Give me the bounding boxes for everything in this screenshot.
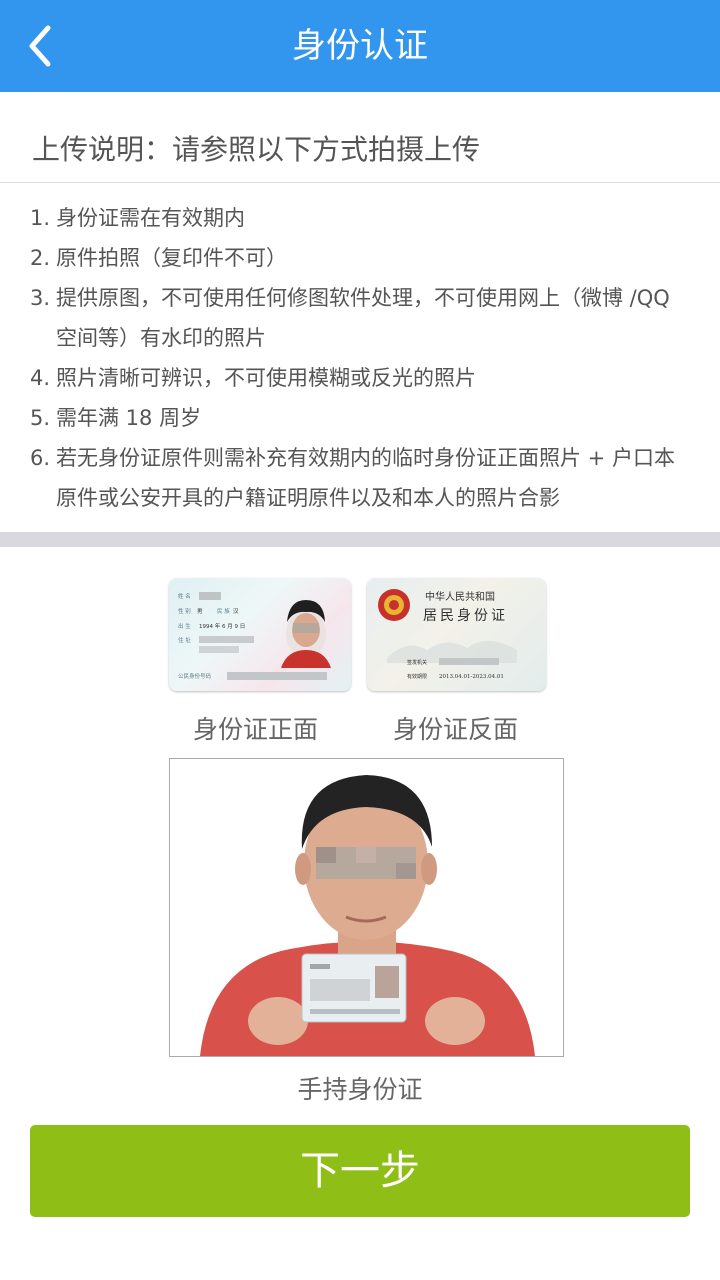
svg-text:2013.04.01-2023.04.01: 2013.04.01-2023.04.01 [439, 674, 504, 680]
divider [0, 182, 720, 183]
svg-text:居民身份证: 居民身份证 [423, 608, 508, 624]
id-back-caption: 身份证反面 [393, 715, 519, 744]
handheld-caption: 手持身份证 [297, 1075, 423, 1104]
list-item: 5. 需年满 18 周岁 [30, 406, 202, 430]
next-step-button[interactable]: 下一步 [30, 1125, 690, 1217]
svg-text:签发机关: 签发机关 [407, 659, 427, 666]
page-title: 身份认证 [292, 26, 428, 66]
header-bar: 身份认证 [0, 0, 720, 92]
svg-text:有效期限: 有效期限 [407, 673, 427, 680]
svg-text:中华人民共和国: 中华人民共和国 [425, 590, 495, 603]
list-item: 4. 照片清晰可辨识，不可使用模糊或反光的照片 [30, 366, 476, 390]
list-item: 2. 原件拍照（复印件不可） [30, 246, 287, 270]
id-front-caption: 身份证正面 [193, 715, 319, 744]
svg-text:出 生: 出 生 [178, 622, 191, 630]
list-item: 3. 提供原图，不可使用任何修图软件处理，不可使用网上（微博 /QQ 空间等）有水… [30, 286, 670, 350]
instruction-list: 1. 身份证需在有效期内 2. 原件拍照（复印件不可） 3. 提供原图，不可使用任何修… [30, 198, 690, 518]
svg-text:姓 名: 姓 名 [178, 592, 191, 600]
svg-text:汉: 汉 [233, 607, 239, 615]
svg-text:男: 男 [197, 608, 203, 615]
handheld-id-sample-image [169, 758, 564, 1057]
upload-instructions-heading: 上传说明：请参照以下方式拍摄上传 [32, 133, 481, 166]
id-front-sample-image: 姓 名 性 别 男 民 族 汉 出 生 1994 年 6 月 9 日 住 址 公… [169, 578, 351, 691]
id-back-sample-image: 中华人民共和国 居民身份证 签发机关 有效期限 2013.04.01-2023.… [367, 578, 546, 691]
section-separator [0, 532, 720, 547]
svg-text:1994 年 6 月 9 日: 1994 年 6 月 9 日 [199, 622, 245, 630]
svg-text:民 族: 民 族 [217, 607, 230, 615]
list-item: 1. 身份证需在有效期内 [30, 206, 245, 230]
svg-text:住 址: 住 址 [178, 636, 191, 644]
svg-text:公民身份号码: 公民身份号码 [178, 672, 212, 680]
list-item: 6. 若无身份证原件则需补充有效期内的临时身份证正面照片 + 户口本原件或公安开具… [30, 446, 675, 510]
svg-text:性 别: 性 别 [178, 607, 191, 615]
